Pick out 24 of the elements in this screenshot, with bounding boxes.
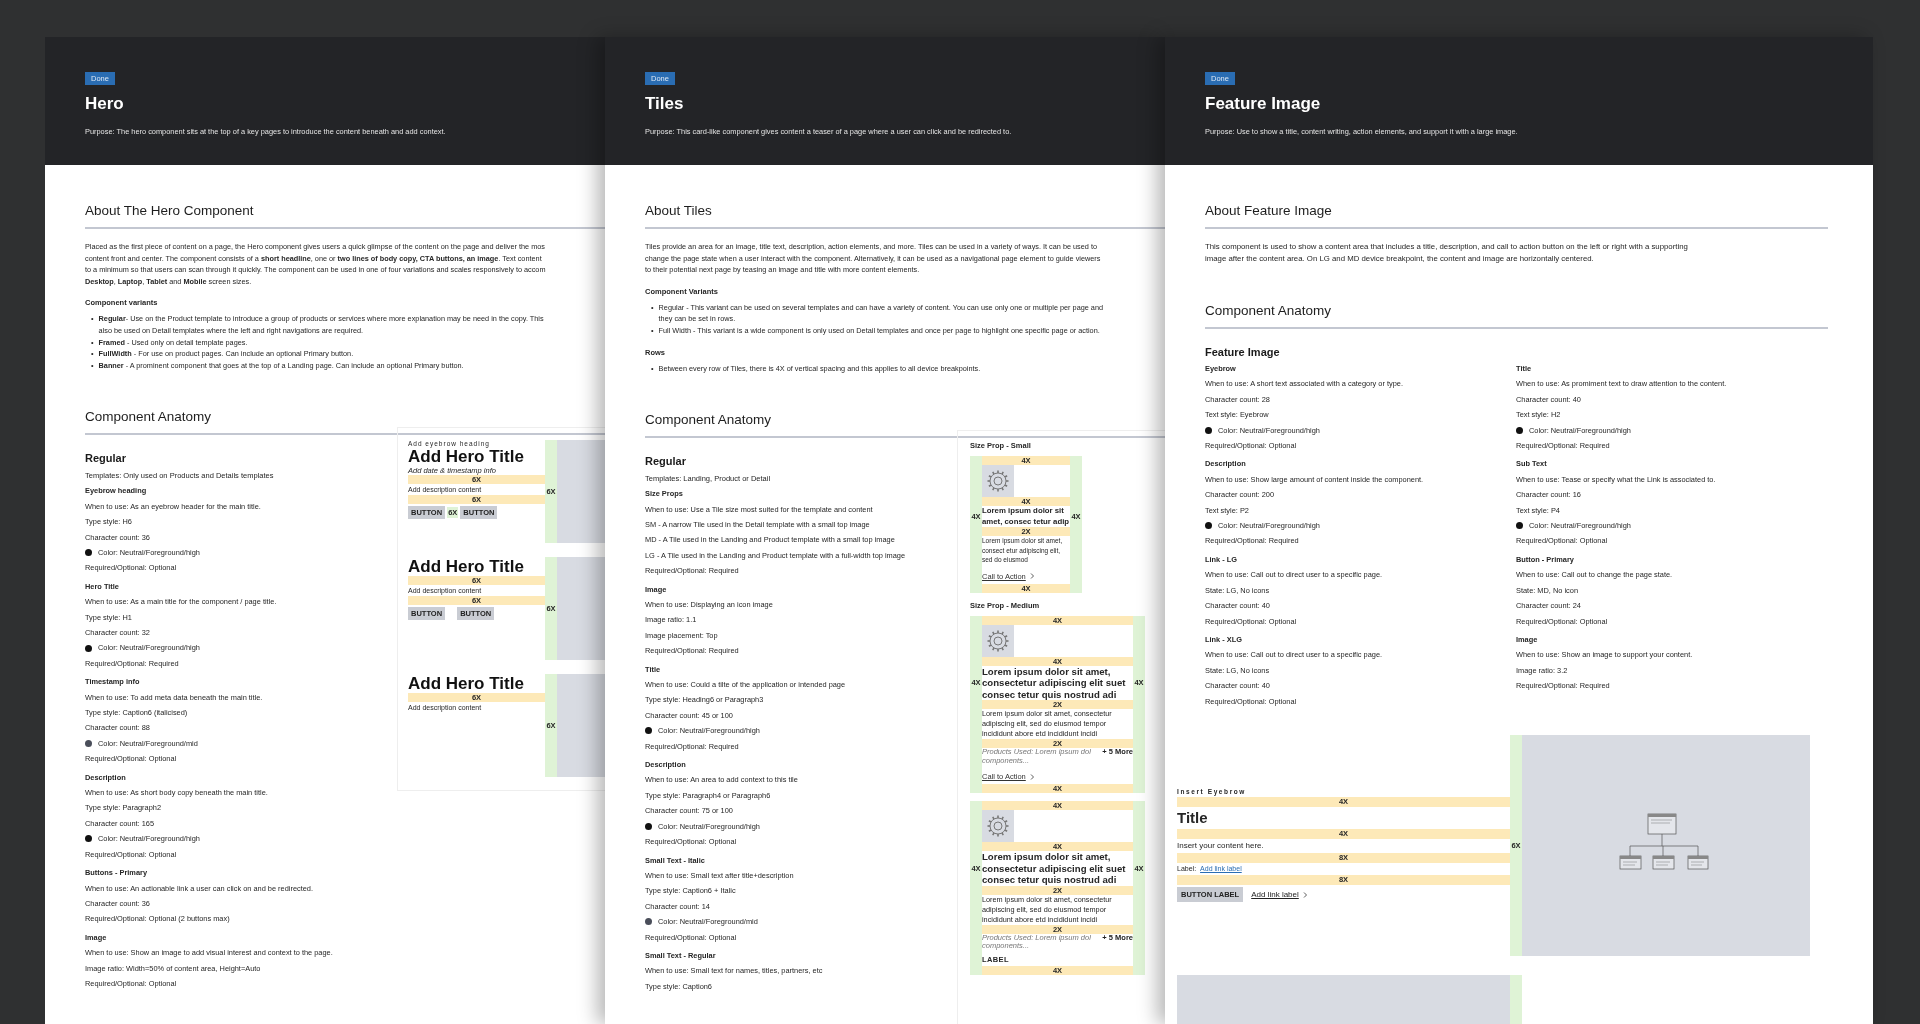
section-heading: About The Hero Component (85, 203, 605, 229)
chevron-icon (1029, 773, 1034, 780)
description-text: Insert your content here. (1177, 840, 1265, 853)
chevron-icon (1302, 891, 1307, 898)
subsection-heading: Regular (645, 455, 687, 468)
spacing-strip (1510, 974, 1522, 1024)
section-heading: Component Anatomy (645, 412, 1165, 439)
section-heading: Component Anatomy (85, 409, 605, 436)
section-heading: Component Anatomy (1205, 303, 1828, 329)
section-heading: About Tiles (645, 203, 1165, 229)
page-title: Tiles (645, 94, 685, 114)
page-title: Feature Image (1205, 94, 1322, 114)
title-text: Add Hero Title (408, 674, 525, 694)
link[interactable]: Add link label (1251, 890, 1307, 900)
page-title: Hero (85, 94, 125, 114)
subsection-heading: Feature Image (1205, 346, 1281, 358)
title-text: Lorem ipsum dolor sit amet, consectetur adipiscing elit suet consec tetur quis nostrud adi (982, 665, 1127, 701)
section-heading: About Feature Image (1205, 203, 1828, 229)
title-text: Lorem ipsum dolor sit amet, consectetur adipiscing elit suet consec tetur quis nostrud adi (982, 851, 1127, 886)
subsection-heading: Regular (85, 452, 127, 465)
title-text: Add Hero Title (408, 557, 525, 577)
title-text: Add Hero Title (408, 447, 525, 467)
title-text: Title (1177, 808, 1209, 829)
chevron-icon (1029, 573, 1034, 580)
